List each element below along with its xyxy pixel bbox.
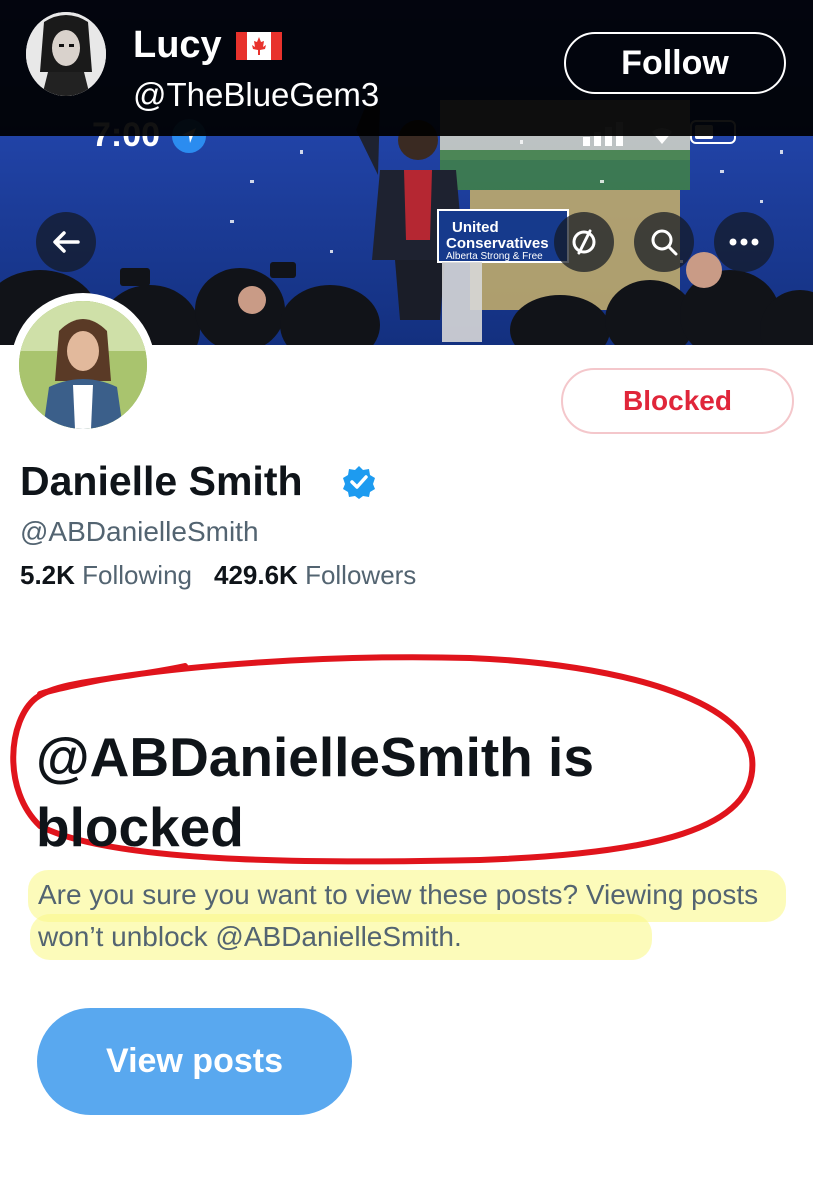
back-arrow-icon: [53, 231, 80, 253]
profile-display-name: Danielle Smith: [20, 458, 303, 504]
follow-stats: 5.2K Following 429.6K Followers: [20, 560, 416, 591]
verified-badge-icon[interactable]: [342, 465, 376, 499]
reposter-avatar[interactable]: [26, 12, 106, 96]
sign-line-1: United: [452, 219, 499, 236]
ellipsis-icon: [729, 238, 759, 246]
followers-count: 429.6K: [213, 560, 298, 590]
back-button[interactable]: [36, 212, 96, 272]
view-posts-button[interactable]: View posts: [37, 1008, 352, 1115]
blocked-button[interactable]: Blocked: [561, 368, 794, 434]
followers-label: Followers: [305, 560, 417, 590]
followers-link[interactable]: 429.6K Followers: [214, 560, 416, 590]
refresh-icon: [572, 229, 596, 255]
search-icon: [651, 229, 678, 256]
search-button[interactable]: [634, 212, 694, 272]
sign-line-2: Conservatives: [446, 235, 549, 252]
reposter-name[interactable]: Lucy: [133, 24, 222, 67]
more-options-button[interactable]: [714, 212, 774, 272]
profile-handle: @ABDanielleSmith: [20, 516, 259, 547]
canada-flag-icon: [236, 32, 282, 60]
blocked-notice-title: @ABDanielleSmith is blocked: [36, 726, 594, 858]
following-label: Following: [82, 560, 192, 590]
following-count: 5.2K: [20, 560, 75, 590]
sign-line-3: Alberta Strong & Free: [446, 251, 543, 262]
following-link[interactable]: 5.2K Following: [20, 560, 192, 590]
follow-button[interactable]: Follow: [564, 32, 786, 94]
blocked-notice-message: Are you sure you want to view these post…: [38, 879, 759, 952]
reposter-handle[interactable]: @TheBlueGem3: [133, 76, 379, 114]
profile-avatar[interactable]: [11, 293, 155, 437]
refresh-button[interactable]: [554, 212, 614, 272]
